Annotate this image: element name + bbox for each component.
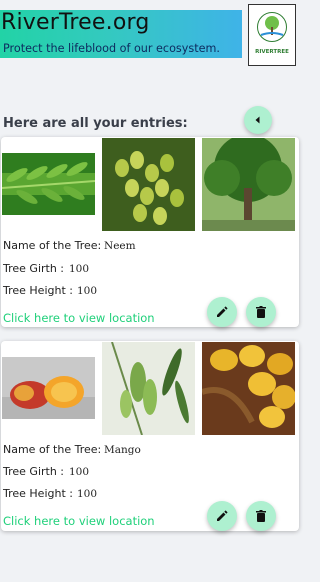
tree-height-label: Tree Height :	[3, 487, 73, 500]
tree-photo	[202, 138, 295, 231]
mango-basket-photo	[202, 342, 295, 435]
edit-button[interactable]	[207, 297, 237, 327]
entry-card: Name of the Tree: Neem Tree Girth : 100 …	[1, 137, 299, 327]
entry-card: Name of the Tree: Mango Tree Girth : 100…	[1, 341, 299, 531]
tree-girth-value: 100	[69, 263, 90, 275]
brand-tagline: Protect the lifeblood of our ecosystem.	[3, 42, 220, 55]
tree-name-value: Mango	[104, 444, 141, 456]
fruit-cut-photo	[2, 357, 95, 419]
view-location-link[interactable]: Click here to view location	[3, 514, 155, 528]
edit-button[interactable]	[207, 501, 237, 531]
tree-height-label: Tree Height :	[3, 284, 73, 297]
tree-name-label: Name of the Tree:	[3, 443, 102, 456]
tree-girth-value: 100	[69, 466, 90, 478]
delete-button[interactable]	[246, 297, 276, 327]
entries-heading: Here are all your entries:	[3, 116, 188, 131]
unripe-fruit-photo	[102, 342, 195, 435]
tree-girth-label: Tree Girth :	[3, 262, 65, 275]
pencil-icon	[217, 306, 228, 317]
pencil-icon	[217, 510, 228, 521]
view-location-link[interactable]: Click here to view location	[3, 311, 155, 325]
leaf-photo	[2, 153, 95, 215]
trash-icon	[256, 510, 266, 522]
tree-height-value: 100	[77, 285, 98, 297]
tree-name-value: Neem	[104, 240, 136, 252]
trash-icon	[256, 306, 266, 318]
logo-text: RIVERTREE	[255, 49, 289, 55]
tree-name-label: Name of the Tree:	[3, 239, 102, 252]
brand-title: RiverTree.org	[1, 10, 150, 35]
brand-logo: RIVERTREE	[248, 4, 296, 66]
tree-girth-label: Tree Girth :	[3, 465, 65, 478]
fruit-photo	[102, 138, 195, 231]
tree-logo-icon	[257, 12, 287, 42]
back-button[interactable]	[244, 106, 272, 134]
delete-button[interactable]	[246, 501, 276, 531]
app-header: RiverTree.org Protect the lifeblood of o…	[0, 0, 300, 68]
chevron-left-icon	[255, 116, 260, 124]
tree-height-value: 100	[77, 488, 98, 500]
